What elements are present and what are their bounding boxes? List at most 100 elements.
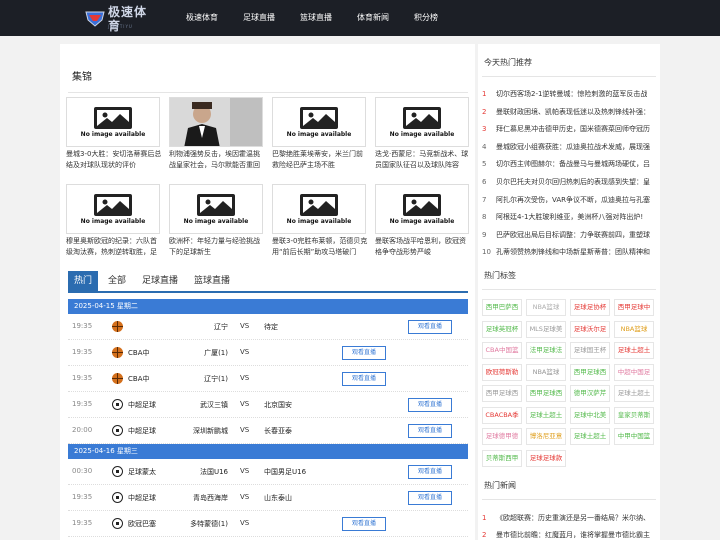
tag-item[interactable]: 西甲足球西 [570,363,610,381]
tag-item[interactable]: MLS足球美 [526,320,566,338]
away-team[interactable]: 山东泰山 [264,493,292,503]
hot-recommend-item[interactable]: 9 巴萨欧冠出局后目标调整：力争联赛前四，重塑球 [482,227,658,245]
home-team[interactable]: 辽宁 [214,322,228,332]
highlight-thumbnail[interactable]: No image available [66,184,160,234]
hot-recommend-text[interactable]: 阿扎尔再次受伤，VAR争议不断，瓜迪奥拉与孔塞 [496,192,650,210]
tag-item[interactable]: 西甲足球西 [482,385,522,402]
away-team[interactable]: 北京国安 [264,400,292,410]
tag-item[interactable]: 博洛尼亚意 [526,428,566,445]
league-name[interactable]: 欧冠巴塞 [128,519,156,529]
home-team[interactable]: 多特蒙德(1) [190,519,228,529]
tag-item[interactable]: 足球中北美 [570,406,610,424]
highlight-caption[interactable]: 巴黎绝胜莱埃蒂安，米兰门前救险经巴萨主场不胜 [272,149,368,171]
hot-recommend-text[interactable]: 拜仁慕尼黑冲击德甲历史，国米德赛菜回师夺冠历 [496,121,650,139]
league-name[interactable]: CBA中 [128,348,149,358]
highlight-caption[interactable]: 穆里奥斯欧冠的纪录：六队首级淘汰赛，热刺逆转取胜，足 [66,236,162,258]
watch-live-button[interactable]: 观看直播 [342,372,386,386]
watch-live-button[interactable]: 观看直播 [408,465,452,479]
tag-item[interactable]: CBACBA季 [482,406,522,424]
highlight-thumbnail[interactable]: No image available [66,97,160,147]
home-team[interactable]: 辽宁(1) [204,374,228,384]
highlight-caption[interactable]: 曼联客场战平哈恩利，欧冠资格争夺战形势严峻 [375,236,471,258]
tag-item[interactable]: 足球沃尔足 [570,320,610,338]
highlight-card[interactable]: No image available 迭戈·西蒙尼：马竞新战术、球员国家队征召以及… [375,97,471,171]
highlight-card[interactable]: 利物浦强势反击，埃因霍温挑战皇家社会，马尔默能否重回 [169,97,265,171]
watch-live-button[interactable]: 观看直播 [408,398,452,412]
home-team[interactable]: 青岛西海岸 [193,493,228,503]
hot-news-text[interactable]: 曼市德比前瞻：红魔蓝月，谁将掌握曼市德比霸主 [496,527,650,540]
tag-item[interactable]: 德甲汉萨芹 [570,385,610,402]
tab-0[interactable]: 热门 [68,271,99,291]
tag-item[interactable]: 西甲足球西 [526,385,566,402]
tag-item[interactable]: 中超中国足 [614,363,654,381]
tag-item[interactable]: 皇家贝蒂斯 [614,406,654,424]
nav-item-3[interactable]: 体育新闻 [347,0,399,36]
tag-item[interactable]: 足球土超土 [614,342,654,359]
highlight-card[interactable]: No image available 欧洲杯：年轻力量与经验挑战下的足球新生 [169,184,265,258]
home-team[interactable]: 深圳新鹏城 [193,426,228,436]
home-team[interactable]: 法国U16 [200,467,228,477]
highlight-thumbnail[interactable]: No image available [272,97,366,147]
tag-item[interactable]: 西甲巴萨西 [482,299,522,316]
hot-recommend-text[interactable]: 巴萨欧冠出局后目标调整：力争联赛前四，重塑球 [496,227,650,245]
tag-item[interactable]: 贝蒂斯西甲 [482,449,522,467]
hot-recommend-item[interactable]: 5 切尔西主帅图赫尔：备战曼马与曼城两场硬仗，吕 [482,156,658,174]
away-team[interactable]: 待定 [264,322,278,332]
highlight-card[interactable]: No image available 穆里奥斯欧冠的纪录：六队首级淘汰赛，热刺逆转… [66,184,162,258]
tag-item[interactable]: 足球德甲德 [482,428,522,445]
tag-item[interactable]: NBA篮球 [526,299,566,316]
tag-item[interactable]: 足球足协杯 [570,299,610,316]
league-name[interactable]: 中超足球 [128,426,156,436]
highlight-thumbnail[interactable] [169,97,263,147]
nav-item-4[interactable]: 积分榜 [404,0,448,36]
away-team[interactable]: 长春亚泰 [264,426,292,436]
tag-item[interactable]: 西甲足球中 [614,299,654,316]
tag-item[interactable]: 足球土超土 [526,406,566,424]
hot-recommend-item[interactable]: 2 曼联财政困境、凯帕表现低迷以及热刺锋线补强： [482,104,658,122]
hot-recommend-text[interactable]: 切尔西主帅图赫尔：备战曼马与曼城两场硬仗，吕 [496,156,650,174]
hot-recommend-text[interactable]: 贝尔巴托夫对贝尔回归热刺后的表现感到失望：皇 [496,174,650,192]
tag-item[interactable]: 足球土超土 [614,385,654,402]
tab-1[interactable]: 全部 [102,271,132,291]
hot-recommend-text[interactable]: 切尔西客场2-1逆转曼城：惊险刺激的蓝军反击战 [496,86,647,104]
tag-item[interactable]: 法甲足球法 [526,342,566,359]
highlight-card[interactable]: No image available 曼城3-0大胜：安切洛蒂赛后总结及对球队现状… [66,97,162,171]
watch-live-button[interactable]: 观看直播 [342,346,386,360]
highlight-card[interactable]: No image available 曼联3-0完胜布莱顿，范德贝克用“前后长期”… [272,184,368,258]
nav-item-0[interactable]: 极速体育 [176,0,228,36]
highlight-card[interactable]: No image available 巴黎绝胜莱埃蒂安，米兰门前救险经巴萨主场不胜 [272,97,368,171]
tag-item[interactable]: NBA篮球 [614,320,654,338]
tag-item[interactable]: 欧冠荷斯勒 [482,363,522,381]
hot-news-item[interactable]: 1 《欧超联赛：历史重演还是另一番结局？米尔纳、 [482,510,658,527]
hot-news-item[interactable]: 2 曼市德比前瞻：红魔蓝月，谁将掌握曼市德比霸主 [482,527,658,540]
tag-item[interactable]: CBA中国篮 [482,342,522,359]
watch-live-button[interactable]: 观看直播 [408,320,452,334]
hot-recommend-item[interactable]: 4 曼城欧冠小组赛获胜：瓜迪奥拉战术发威，展现强 [482,139,658,157]
home-team[interactable]: 广厦(1) [204,348,228,358]
hot-recommend-text[interactable]: 曼城欧冠小组赛获胜：瓜迪奥拉战术发威，展现强 [496,139,650,157]
hot-recommend-text[interactable]: 阿根廷4-1大胜玻利维亚，美洲杯八强对阵出炉! [496,209,643,227]
highlight-caption[interactable]: 迭戈·西蒙尼：马竞新战术、球员国家队征召以及球队阵容 [375,149,471,171]
site-logo[interactable]: 极速体育 JISUTIYU [84,5,156,33]
hot-recommend-item[interactable]: 3 拜仁慕尼黑冲击德甲历史，国米德赛菜回师夺冠历 [482,121,658,139]
tag-item[interactable]: 足球英冠杯 [482,320,522,338]
away-team[interactable]: 中国男足U16 [264,467,306,477]
highlight-thumbnail[interactable]: No image available [272,184,366,234]
league-name[interactable]: 中超足球 [128,493,156,503]
highlight-caption[interactable]: 欧洲杯：年轻力量与经验挑战下的足球新生 [169,236,265,258]
tag-item[interactable]: 中甲中国篮 [614,428,654,445]
tag-item[interactable]: 足球足球款 [526,449,566,467]
hot-recommend-item[interactable]: 10 孔蒂领赞热刺锋线和中场新星斯蒂普：团队精神和 [482,244,658,262]
hot-recommend-item[interactable]: 6 贝尔巴托夫对贝尔回归热刺后的表现感到失望：皇 [482,174,658,192]
home-team[interactable]: 武汉三镇 [200,400,228,410]
highlight-thumbnail[interactable]: No image available [375,184,469,234]
hot-recommend-item[interactable]: 1 切尔西客场2-1逆转曼城：惊险刺激的蓝军反击战 [482,86,658,104]
highlight-thumbnail[interactable]: No image available [375,97,469,147]
hot-news-text[interactable]: 《欧超联赛：历史重演还是另一番结局？米尔纳、 [496,510,650,527]
tab-3[interactable]: 篮球直播 [188,271,236,291]
highlight-caption[interactable]: 利物浦强势反击，埃因霍温挑战皇家社会，马尔默能否重回 [169,149,265,171]
highlight-thumbnail[interactable]: No image available [169,184,263,234]
nav-item-2[interactable]: 篮球直播 [290,0,342,36]
league-name[interactable]: 中超足球 [128,400,156,410]
watch-live-button[interactable]: 观看直播 [408,424,452,438]
